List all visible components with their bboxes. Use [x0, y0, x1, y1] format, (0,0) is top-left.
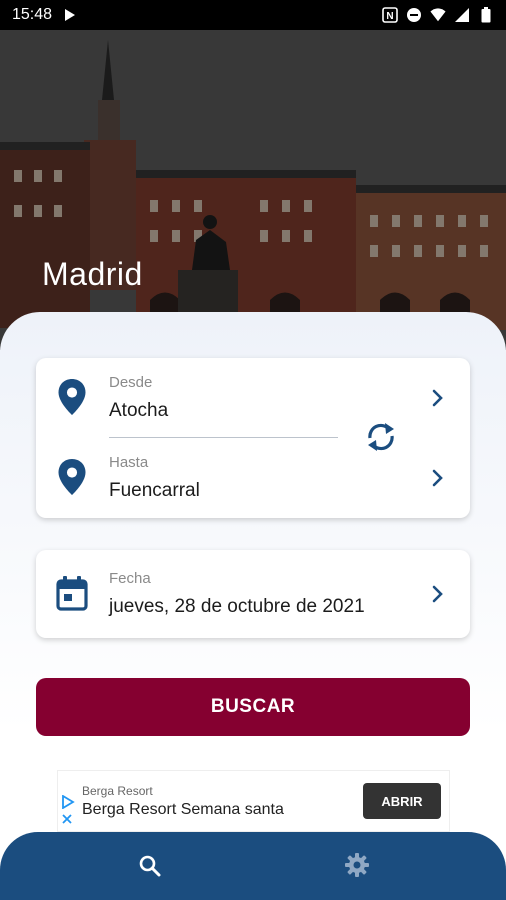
hero-overlay: [0, 30, 506, 350]
signal-icon: [454, 7, 470, 23]
dnd-icon: [406, 7, 422, 23]
ad-title[interactable]: Berga Resort Semana santa: [82, 801, 284, 819]
adchoices-icon[interactable]: [61, 795, 75, 809]
chevron-right-icon: [432, 585, 443, 603]
field-divider: [109, 437, 338, 438]
battery-icon: [478, 7, 494, 23]
search-button[interactable]: BUSCAR: [36, 678, 470, 736]
close-icon[interactable]: [61, 813, 73, 825]
status-icons: N: [382, 7, 494, 23]
nfc-icon: N: [382, 7, 398, 23]
origin-value: Atocha: [109, 400, 169, 421]
play-store-icon: [62, 7, 78, 23]
swap-icon[interactable]: [362, 418, 400, 456]
date-value: jueves, 28 de octubre de 2021: [109, 596, 365, 617]
ad-open-button[interactable]: ABRIR: [363, 783, 441, 819]
gear-icon[interactable]: [344, 852, 370, 878]
status-time: 15:48: [12, 6, 53, 23]
ad-brand: Berga Resort: [82, 784, 153, 798]
location-pin-icon: [58, 379, 86, 415]
hero-image: Madrid: [0, 30, 506, 350]
location-pin-icon: [58, 459, 86, 495]
route-card: Desde Atocha Hasta Fuencarral: [36, 358, 470, 518]
date-label: Fecha: [109, 570, 151, 587]
bottom-nav: [0, 832, 506, 900]
svg-text:N: N: [386, 11, 393, 22]
ad-banner[interactable]: Berga Resort Berga Resort Semana santa A…: [57, 770, 450, 832]
city-title: Madrid: [42, 256, 143, 292]
chevron-right-icon: [432, 389, 443, 407]
destination-value: Fuencarral: [109, 480, 200, 501]
wifi-icon: [430, 7, 446, 23]
destination-label: Hasta: [109, 454, 149, 471]
date-field[interactable]: Fecha jueves, 28 de octubre de 2021: [36, 550, 470, 638]
calendar-icon: [56, 576, 88, 611]
search-icon[interactable]: [138, 854, 162, 878]
chevron-right-icon: [432, 469, 443, 487]
origin-label: Desde: [109, 374, 153, 391]
status-bar: 15:48 N: [0, 0, 506, 30]
